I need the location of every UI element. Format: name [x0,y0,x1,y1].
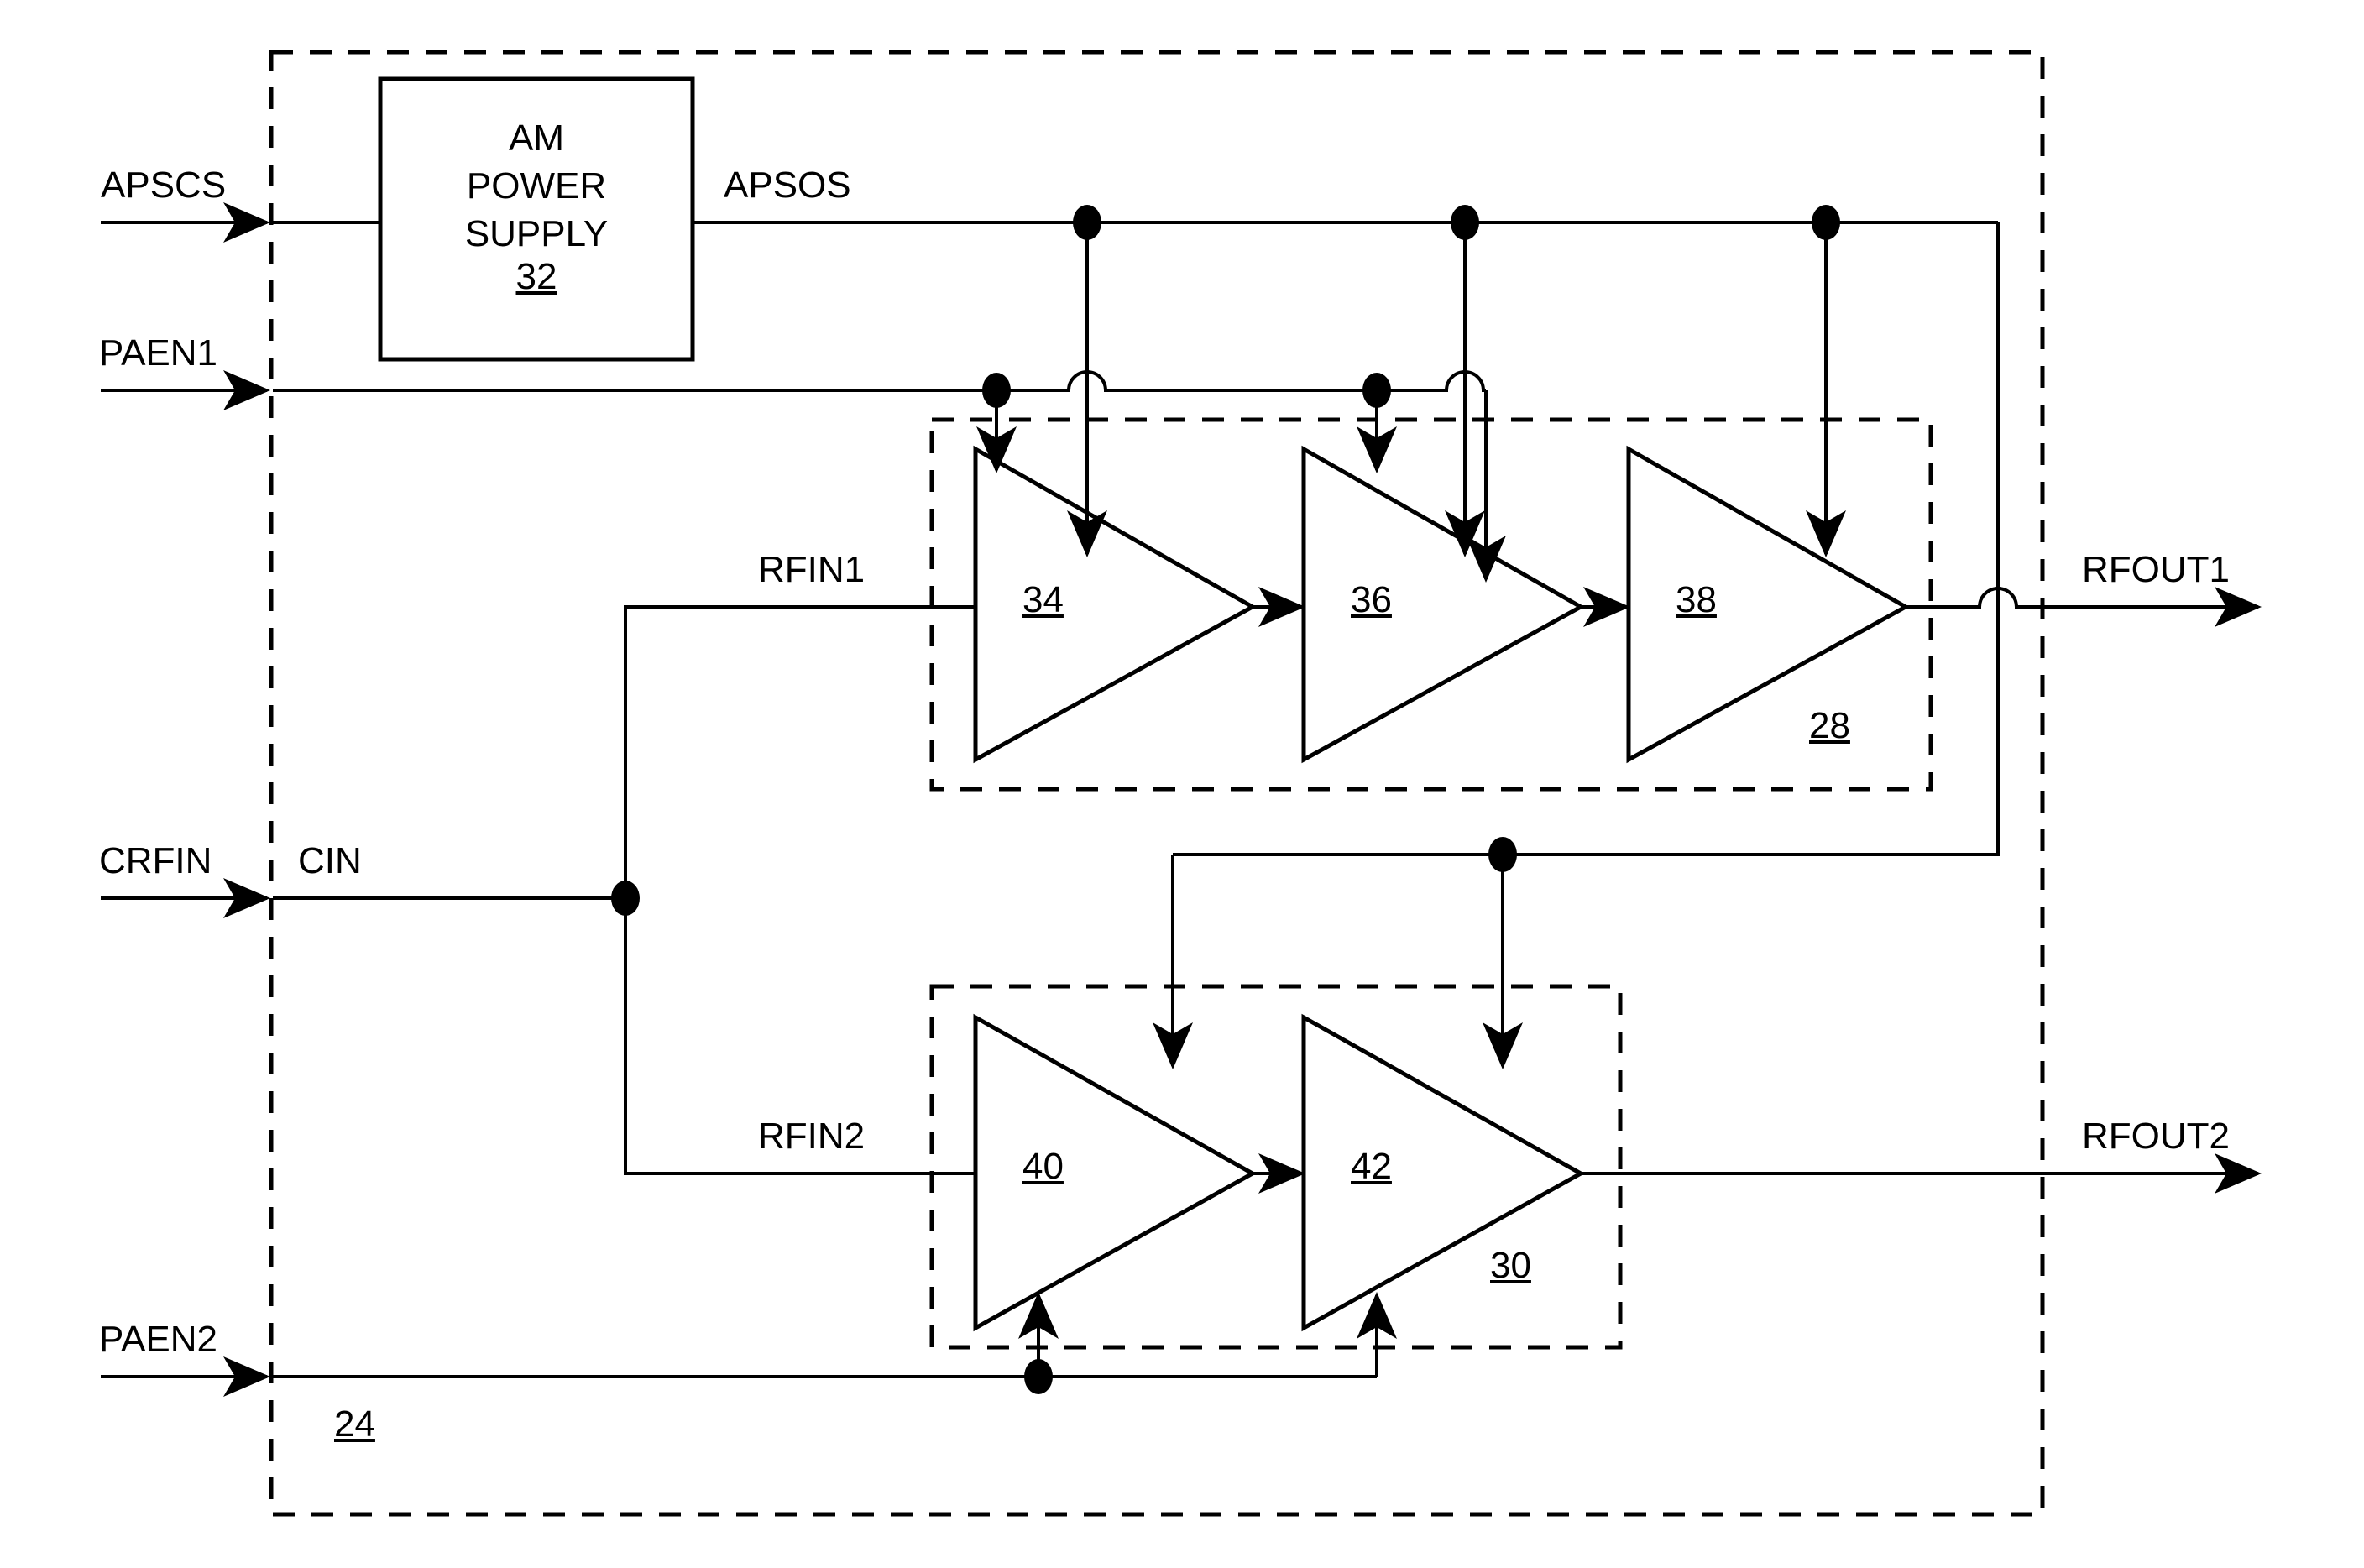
junction-dot-paen1-36 [1362,373,1391,408]
am-power-supply-line-2: POWER [466,165,607,207]
amplifier-36-triangle [1301,445,1586,764]
ref-28: 28 [1809,705,1850,746]
junction-dot-apsos-34 [1073,205,1101,240]
ref-36: 36 [1351,579,1392,620]
amplifier-42-triangle [1301,1013,1586,1332]
amplifier-38-triangle [1626,445,1911,764]
ref-38: 38 [1676,579,1717,620]
rfin1-wire [624,605,975,898]
am-power-supply-label: AM POWER SUPPLY [380,114,693,259]
figure-canvas: APSCS PAEN1 APSOS CRFIN CIN RFIN1 RFIN2 … [0,0,2364,1568]
amplifier-34-triangle [973,445,1258,764]
label-paen2: PAEN2 [99,1319,218,1360]
junction-dot-apsos-lower [1488,837,1517,872]
label-rfin2: RFIN2 [758,1116,866,1157]
ref-40: 40 [1022,1146,1064,1187]
label-apsos: APSOS [724,165,851,206]
apsos-lower-leg [1173,222,2000,856]
diagram-vector-layer [101,50,2262,1517]
am-power-supply-line-1: AM [509,118,564,159]
ref-32: 32 [515,256,557,297]
label-rfin1: RFIN1 [758,549,866,590]
pa-chain-28-box [929,417,1933,792]
junction-dot-paen2-40 [1024,1359,1053,1394]
junction-dot-apsos-38 [1812,205,1840,240]
ref-24: 24 [334,1403,375,1445]
junction-dots [611,205,1840,1394]
ref-34: 34 [1022,579,1064,620]
label-cin: CIN [298,840,362,881]
am-power-supply-line-3: SUPPLY [464,213,609,255]
rfout1-wire [1906,587,2262,627]
label-apscs: APSCS [101,165,227,206]
label-paen1: PAEN1 [99,332,218,374]
junction-dot-paen1-34 [982,373,1011,408]
junction-dot-cin-split [611,881,640,916]
ref-42: 42 [1351,1146,1392,1187]
ref-30: 30 [1490,1245,1531,1286]
junction-dot-apsos-36 [1451,205,1479,240]
paen1-bus [273,370,1486,392]
label-rfout1: RFOUT1 [2082,549,2230,590]
label-rfout2: RFOUT2 [2082,1116,2230,1157]
label-crfin: CRFIN [99,840,212,881]
amplifier-40-triangle [973,1013,1258,1332]
